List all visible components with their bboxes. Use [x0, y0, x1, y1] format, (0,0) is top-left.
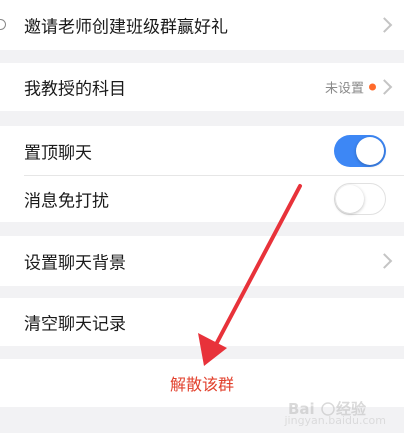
mute-row: 消息免打扰	[0, 176, 404, 222]
edge-handle-icon	[0, 19, 6, 30]
toggle-knob	[356, 137, 384, 165]
pin-chat-row: 置顶聊天	[0, 126, 404, 176]
subject-label: 我教授的科目	[24, 79, 126, 100]
mute-toggle[interactable]	[334, 183, 386, 215]
toggle-knob	[336, 185, 364, 213]
pin-chat-toggle[interactable]	[334, 135, 386, 167]
baidu-watermark-logo: Bai 经验 jingyan.baidu.com	[284, 397, 386, 427]
clear-history-row[interactable]: 清空聊天记录	[0, 298, 404, 346]
dissolve-group-label: 解散该群	[169, 375, 234, 394]
invite-teacher-label: 邀请老师创建班级群赢好礼	[24, 17, 228, 38]
invite-teacher-row[interactable]: 邀请老师创建班级群赢好礼	[0, 0, 404, 50]
chevron-right-icon	[376, 17, 393, 33]
subject-row[interactable]: 我教授的科目 未设置	[0, 63, 404, 111]
subject-value: 未设置	[324, 81, 364, 97]
chat-background-label: 设置聊天背景	[24, 253, 126, 274]
chevron-right-icon	[376, 253, 393, 269]
mute-label: 消息免打扰	[24, 191, 109, 212]
chevron-right-icon	[376, 79, 393, 95]
clear-history-label: 清空聊天记录	[24, 314, 126, 335]
watermark-url: jingyan.baidu.com	[284, 414, 386, 427]
group-settings-screen: 邀请老师创建班级群赢好礼 我教授的科目 未设置 置顶聊天 消息免打扰 设置聊天背…	[0, 0, 404, 433]
chat-background-row[interactable]: 设置聊天背景	[0, 236, 404, 286]
unset-dot-icon	[369, 83, 376, 91]
pin-chat-label: 置顶聊天	[24, 143, 92, 164]
